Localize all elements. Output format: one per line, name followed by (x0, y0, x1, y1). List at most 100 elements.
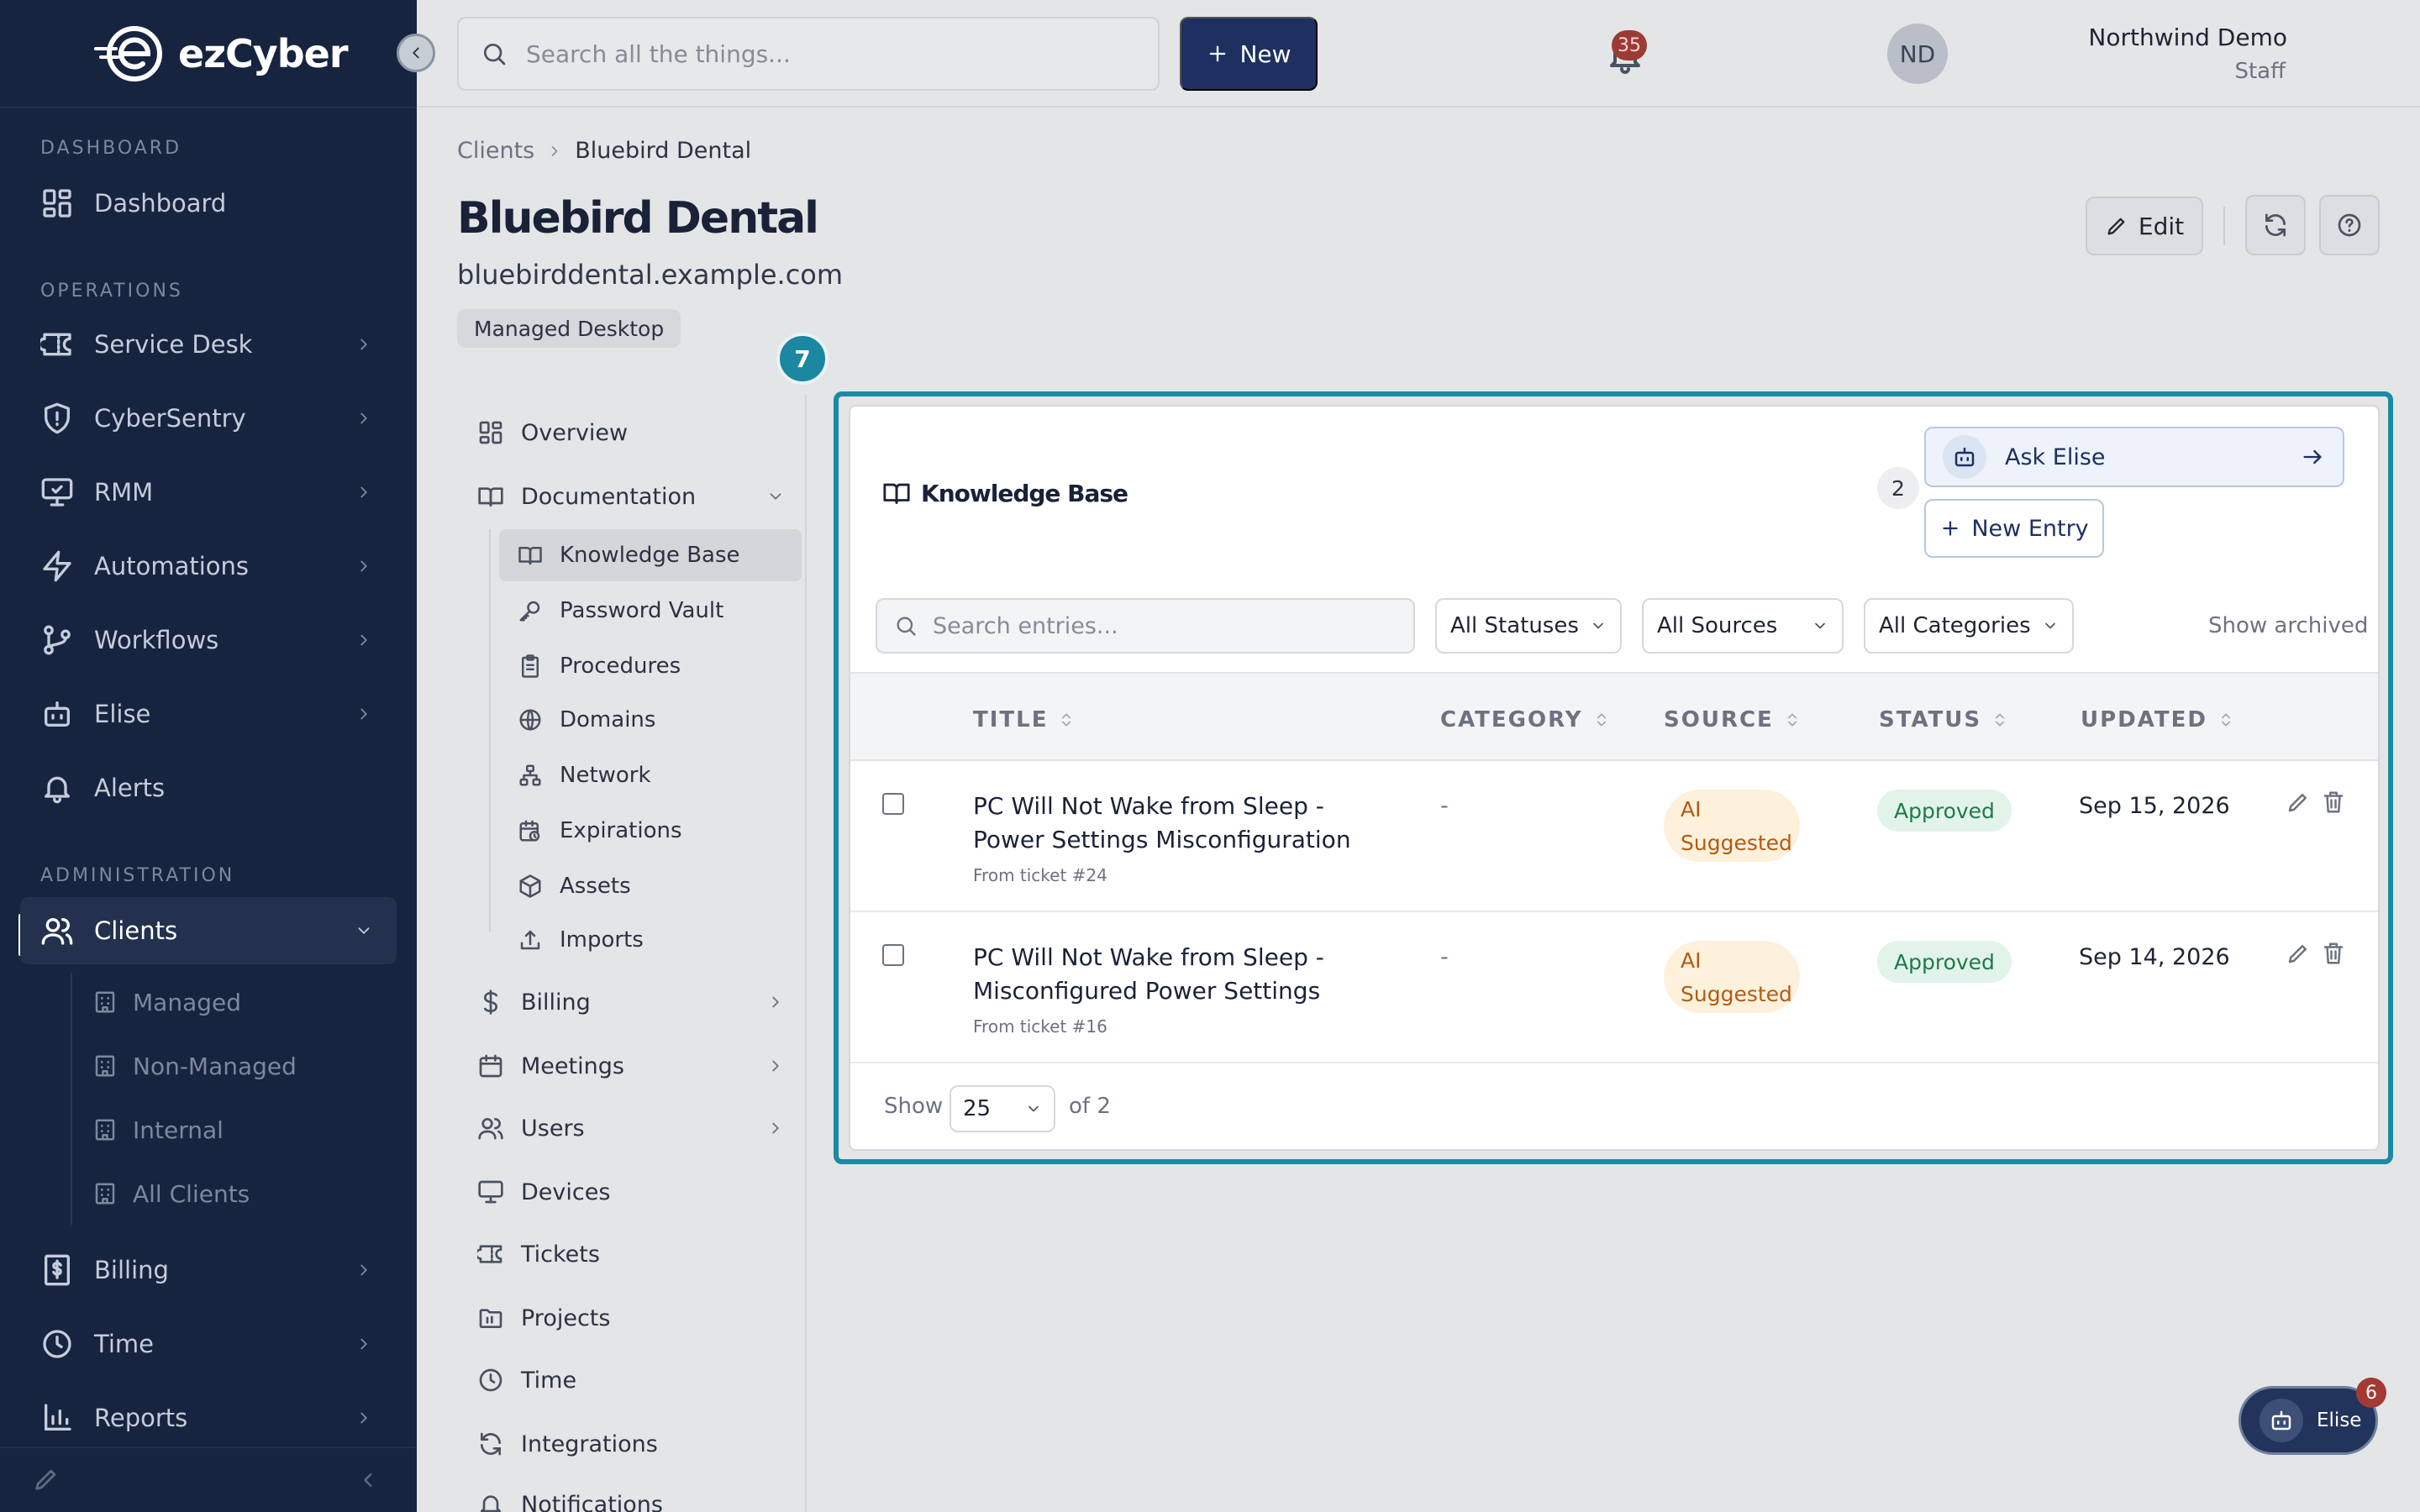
sidebar-item-alerts[interactable]: Alerts (20, 754, 397, 822)
chevron-down-icon (1815, 622, 1825, 629)
user-name[interactable]: Northwind Demo (2088, 24, 2287, 51)
trash-icon[interactable] (2321, 941, 2346, 966)
subnav-tickets[interactable]: Tickets (457, 1228, 793, 1280)
dashboard-icon (479, 421, 502, 444)
sidebar-subitem-non-managed[interactable]: Non-Managed (92, 1037, 297, 1095)
edit-button[interactable]: Edit (2086, 197, 2203, 255)
entries-search[interactable] (876, 598, 1415, 654)
subnav-assets[interactable]: Assets (499, 860, 802, 912)
subnav-password-vault[interactable]: Password Vault (499, 585, 802, 637)
subnav-projects[interactable]: Projects (457, 1292, 793, 1344)
sidebar-item-elise[interactable]: Elise (20, 680, 397, 748)
entries-search-input[interactable] (933, 612, 1403, 639)
sidebar-item-service-desk[interactable]: Service Desk (20, 311, 397, 378)
sidebar-item-reports[interactable]: Reports (20, 1384, 397, 1452)
globe-icon (519, 709, 541, 731)
subnav-overview[interactable]: Overview (457, 407, 793, 459)
subnav-integrations[interactable]: Integrations (457, 1418, 793, 1470)
subnav-label: Notifications (521, 1491, 663, 1512)
subnav-network[interactable]: Network (499, 749, 802, 801)
search-icon (897, 617, 916, 636)
subnav-knowledge-base[interactable]: Knowledge Base (499, 529, 802, 581)
column-label: SOURCE (1664, 707, 1774, 732)
section-operations: OPERATIONS (40, 281, 183, 302)
entry-title[interactable]: PC Will Not Wake from Sleep - Power Sett… (973, 790, 1393, 857)
sidebar-item-label: Time (94, 1330, 154, 1358)
row-checkbox[interactable] (882, 793, 904, 815)
breadcrumb-clients-link[interactable]: Clients (457, 138, 534, 164)
subnav-meetings[interactable]: Meetings (457, 1040, 793, 1092)
subnav-expirations[interactable]: Expirations (499, 805, 802, 857)
subnav-imports[interactable]: Imports (499, 914, 802, 966)
sidebar-item-billing[interactable]: Billing (20, 1236, 397, 1304)
column-title[interactable]: TITLE (973, 707, 1075, 732)
subnav-label: Time (521, 1367, 577, 1394)
sidebar-item-cybersentry[interactable]: CyberSentry (20, 385, 397, 452)
entry-status-badge: Approved (1877, 790, 2012, 832)
subnav-label: Expirations (560, 818, 682, 843)
user-avatar[interactable]: ND (1887, 24, 1948, 84)
show-archived-toggle[interactable]: Show archived (2208, 613, 2368, 638)
source-filter-select[interactable]: All Sources (1642, 598, 1844, 654)
column-label: STATUS (1879, 707, 1982, 732)
tour-step-badge[interactable]: 7 (776, 333, 829, 385)
search-input[interactable] (526, 39, 1114, 68)
column-source[interactable]: SOURCE (1664, 707, 1801, 732)
edit-pencil-icon[interactable] (2286, 941, 2311, 966)
sidebar-subitem-all-clients[interactable]: All Clients (92, 1164, 250, 1223)
subnav-label: Domains (560, 707, 656, 732)
sidebar-subitem-internal[interactable]: Internal (92, 1100, 224, 1159)
table-row[interactable]: PC Will Not Wake from Sleep - Power Sett… (850, 761, 2378, 912)
sidebar-item-dashboard[interactable]: Dashboard (20, 170, 397, 237)
column-category[interactable]: CATEGORY (1440, 707, 1610, 732)
subnav-domains[interactable]: Domains (499, 694, 802, 746)
chevron-right-icon (360, 1264, 367, 1276)
bar-chart-icon (45, 1404, 71, 1431)
app-logo[interactable]: ezCyber (92, 20, 349, 87)
help-button[interactable] (2319, 195, 2380, 255)
sidebar-collapse-button[interactable] (397, 34, 435, 72)
pencil-icon[interactable] (32, 1465, 60, 1494)
column-status[interactable]: STATUS (1879, 707, 2008, 732)
subnav-label: Overview (521, 419, 629, 446)
sidebar-item-automations[interactable]: Automations (20, 533, 397, 600)
category-filter-select[interactable]: All Categories (1864, 598, 2074, 654)
refresh-button[interactable] (2245, 195, 2306, 255)
sidebar-item-workflows[interactable]: Workflows (20, 606, 397, 674)
trash-icon[interactable] (2321, 790, 2346, 815)
subnav-label: Users (521, 1115, 585, 1142)
chevron-left-icon[interactable] (356, 1468, 380, 1492)
chevron-down-icon (1028, 1105, 1039, 1112)
box-icon (519, 874, 541, 898)
subnav-documentation[interactable]: Documentation (457, 470, 793, 522)
page-size-select[interactable]: 25 (950, 1085, 1055, 1132)
client-domain: bluebirddental.example.com (457, 259, 844, 291)
subnav-devices[interactable]: Devices (457, 1166, 793, 1218)
shield-alert-icon (45, 402, 71, 434)
subnav-procedures[interactable]: Procedures (499, 640, 802, 692)
subnav-notifications[interactable]: Notifications (457, 1478, 793, 1512)
sidebar-item-time[interactable]: Time (20, 1310, 397, 1378)
sidebar-subitem-managed[interactable]: Managed (92, 973, 241, 1032)
subnav-time[interactable]: Time (457, 1354, 793, 1406)
network-icon (519, 764, 541, 786)
sidebar-item-clients[interactable]: Clients (20, 897, 397, 964)
entry-count-badge: 2 (1877, 467, 1919, 509)
sidebar-item-rmm[interactable]: RMM (20, 459, 397, 526)
sidebar-subitem-label: Internal (133, 1116, 224, 1144)
global-search[interactable] (457, 17, 1160, 91)
new-entry-button[interactable]: New Entry (1924, 499, 2104, 558)
row-checkbox[interactable] (882, 944, 904, 966)
new-button[interactable]: New (1180, 17, 1318, 91)
table-row[interactable]: PC Will Not Wake from Sleep - Misconfigu… (850, 912, 2378, 1063)
status-filter-select[interactable]: All Statuses (1435, 598, 1622, 654)
column-updated[interactable]: UPDATED (2081, 707, 2234, 732)
header-divider (2223, 207, 2225, 245)
chevron-right-icon (360, 486, 367, 498)
building-icon (95, 991, 115, 1013)
ask-elise-button[interactable]: Ask Elise (1924, 427, 2344, 487)
entry-title[interactable]: PC Will Not Wake from Sleep - Misconfigu… (973, 941, 1393, 1008)
edit-pencil-icon[interactable] (2286, 790, 2311, 815)
subnav-users[interactable]: Users (457, 1102, 793, 1154)
subnav-billing[interactable]: Billing (457, 976, 793, 1028)
